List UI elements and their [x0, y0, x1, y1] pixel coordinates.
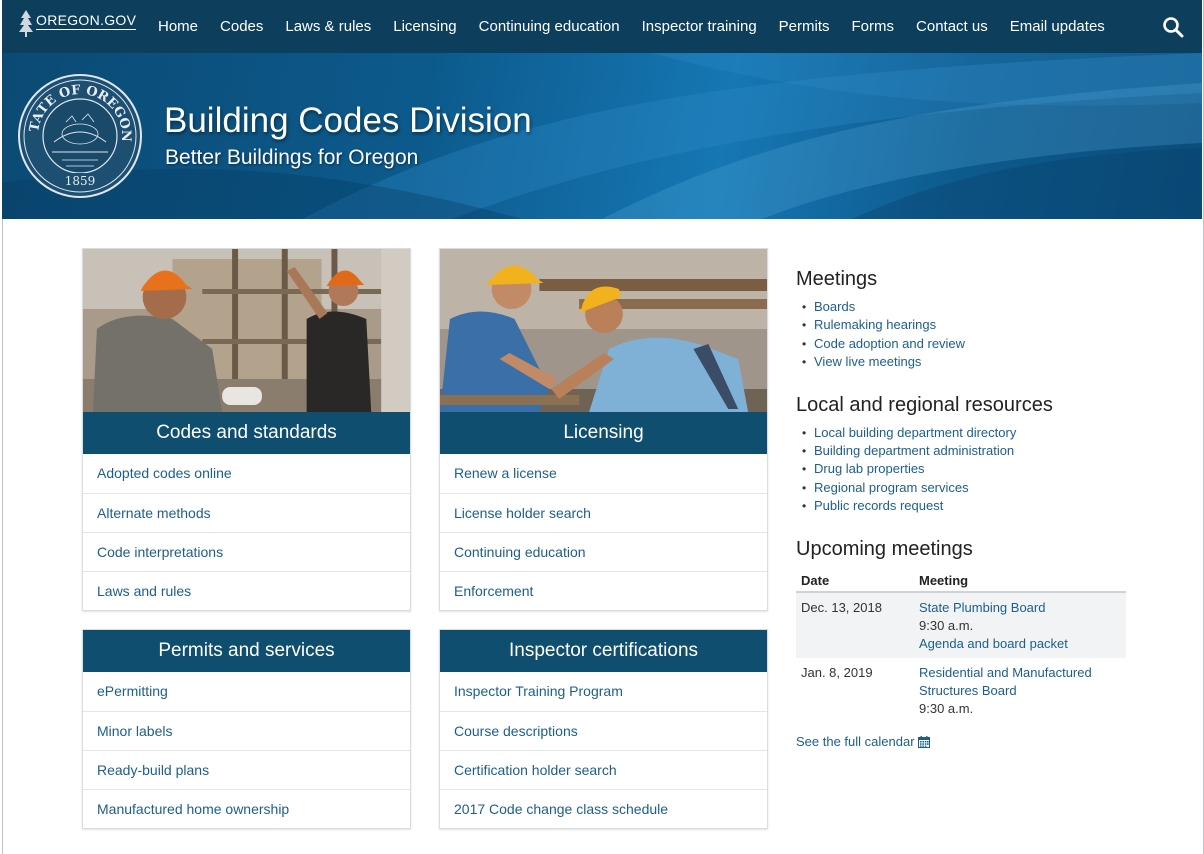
table-header-row: Date Meeting: [796, 568, 1126, 593]
meeting-cell: Residential and Manufactured Structures …: [914, 658, 1126, 723]
meeting-date: Dec. 13, 2018: [796, 591, 914, 658]
meeting-cell: State Plumbing Board 9:30 a.m. Agenda an…: [914, 591, 1126, 658]
link-inspector-training-program[interactable]: Inspector Training Program: [440, 672, 767, 711]
link-adopted-codes-online[interactable]: Adopted codes online: [83, 454, 410, 493]
meeting-time: 9:30 a.m.: [919, 617, 974, 633]
nav-permits[interactable]: Permits: [768, 18, 841, 35]
link-local-building-department-directory[interactable]: Local building department directory: [814, 425, 1016, 440]
nav-licensing[interactable]: Licensing: [382, 18, 467, 35]
table-row: Jan. 8, 2019 Residential and Manufacture…: [796, 658, 1126, 723]
photo-workers-measuring: [440, 249, 767, 412]
card-permits-and-services: Permits and services ePermitting Minor l…: [82, 629, 411, 829]
link-manufactured-home-ownership[interactable]: Manufactured home ownership: [83, 789, 410, 828]
list-item: Public records request: [796, 497, 1126, 516]
nav-codes[interactable]: Codes: [209, 18, 274, 35]
link-drug-lab-properties[interactable]: Drug lab properties: [814, 461, 925, 476]
meetings-heading: Meetings: [796, 268, 878, 290]
link-state-plumbing-board[interactable]: State Plumbing Board: [919, 599, 1121, 617]
link-certification-holder-search[interactable]: Certification holder search: [440, 750, 767, 789]
card-title: Permits and services: [83, 630, 410, 672]
link-renew-a-license[interactable]: Renew a license: [440, 454, 767, 493]
list-item: Code adoption and review: [796, 335, 1126, 354]
nav-menu: Home Codes Laws & rules Licensing Contin…: [147, 0, 1116, 53]
logo-text: OREGON.GOV: [36, 12, 137, 30]
upcoming-meetings-table: Date Meeting Dec. 13, 2018 State Plumbin…: [796, 568, 1126, 723]
nav-laws-rules[interactable]: Laws & rules: [274, 18, 382, 35]
link-full-calendar[interactable]: See the full calendar: [796, 734, 1126, 749]
list-item: Drug lab properties: [796, 460, 1126, 479]
card-inspector-certifications: Inspector certifications Inspector Train…: [439, 629, 768, 829]
oregon-state-seal: STATE OF OREGON 1859: [16, 72, 142, 198]
tree-icon: [19, 10, 33, 37]
card-title: Codes and standards: [83, 412, 410, 454]
photo-workers-construction-site: [83, 249, 410, 412]
column-header-meeting: Meeting: [914, 568, 1126, 593]
nav-forms[interactable]: Forms: [841, 18, 906, 35]
link-view-live-meetings[interactable]: View live meetings: [814, 354, 921, 369]
calendar-icon: [917, 735, 930, 748]
column-header-date: Date: [796, 568, 914, 593]
link-continuing-education[interactable]: Continuing education: [440, 532, 767, 571]
link-course-descriptions[interactable]: Course descriptions: [440, 711, 767, 750]
full-calendar-label: See the full calendar: [796, 734, 915, 750]
list-item: View live meetings: [796, 353, 1126, 372]
link-laws-and-rules[interactable]: Laws and rules: [83, 571, 410, 610]
meeting-date: Jan. 8, 2019: [801, 664, 873, 680]
nav-continuing-education[interactable]: Continuing education: [468, 18, 631, 35]
link-code-adoption-review[interactable]: Code adoption and review: [814, 336, 965, 351]
hero-banner: STATE OF OREGON 1859 Building Codes Divi…: [2, 53, 1202, 219]
link-code-change-class-schedule[interactable]: 2017 Code change class schedule: [440, 789, 767, 828]
link-ready-build-plans[interactable]: Ready-build plans: [83, 750, 410, 789]
card-title: Inspector certifications: [440, 630, 767, 672]
page-title: Building Codes Division: [164, 101, 532, 140]
list-item: Rulemaking hearings: [796, 316, 1126, 335]
oregon-gov-logo[interactable]: OREGON.GOV: [18, 8, 137, 44]
list-item: Local building department directory: [796, 424, 1126, 443]
link-code-interpretations[interactable]: Code interpretations: [83, 532, 410, 571]
upcoming-meetings-heading: Upcoming meetings: [796, 537, 973, 560]
card-codes-and-standards: Codes and standards Adopted codes online…: [82, 248, 411, 611]
link-enforcement[interactable]: Enforcement: [440, 571, 767, 610]
table-row: Dec. 13, 2018 State Plumbing Board 9:30 …: [796, 591, 1126, 658]
resources-list: Local building department directory Buil…: [796, 424, 1126, 516]
link-rulemaking-hearings[interactable]: Rulemaking hearings: [814, 317, 936, 332]
link-alternate-methods[interactable]: Alternate methods: [83, 493, 410, 532]
card-licensing: Licensing Renew a license License holder…: [439, 248, 768, 611]
resources-heading: Local and regional resources: [796, 393, 1053, 416]
link-minor-labels[interactable]: Minor labels: [83, 711, 410, 750]
list-item: Building department administration: [796, 442, 1126, 461]
top-navigation: OREGON.GOV Home Codes Laws & rules Licen…: [2, 0, 1202, 53]
meeting-time: 9:30 a.m.: [919, 701, 974, 717]
search-icon[interactable]: [1162, 16, 1184, 38]
nav-contact-us[interactable]: Contact us: [905, 18, 999, 35]
list-item: Regional program services: [796, 479, 1126, 498]
link-building-department-administration[interactable]: Building department administration: [814, 443, 1014, 458]
link-agenda-and-board-packet[interactable]: Agenda and board packet: [919, 635, 1121, 653]
link-boards[interactable]: Boards: [814, 299, 855, 314]
nav-home[interactable]: Home: [147, 18, 209, 35]
card-title: Licensing: [440, 412, 767, 454]
page-subtitle: Better Buildings for Oregon: [165, 146, 419, 169]
link-epermitting[interactable]: ePermitting: [83, 672, 410, 711]
nav-inspector-training[interactable]: Inspector training: [631, 18, 768, 35]
link-regional-program-services[interactable]: Regional program services: [814, 480, 969, 495]
meetings-list: Boards Rulemaking hearings Code adoption…: [796, 298, 1126, 372]
nav-email-updates[interactable]: Email updates: [999, 18, 1116, 35]
list-item: Boards: [796, 298, 1126, 317]
link-residential-manufactured-structures-board[interactable]: Residential and Manufactured Structures …: [919, 664, 1121, 701]
seal-year: 1859: [65, 174, 96, 188]
link-license-holder-search[interactable]: License holder search: [440, 493, 767, 532]
link-public-records-request[interactable]: Public records request: [814, 498, 943, 513]
right-sidebar: Meetings Boards Rulemaking hearings Code…: [796, 268, 1126, 749]
